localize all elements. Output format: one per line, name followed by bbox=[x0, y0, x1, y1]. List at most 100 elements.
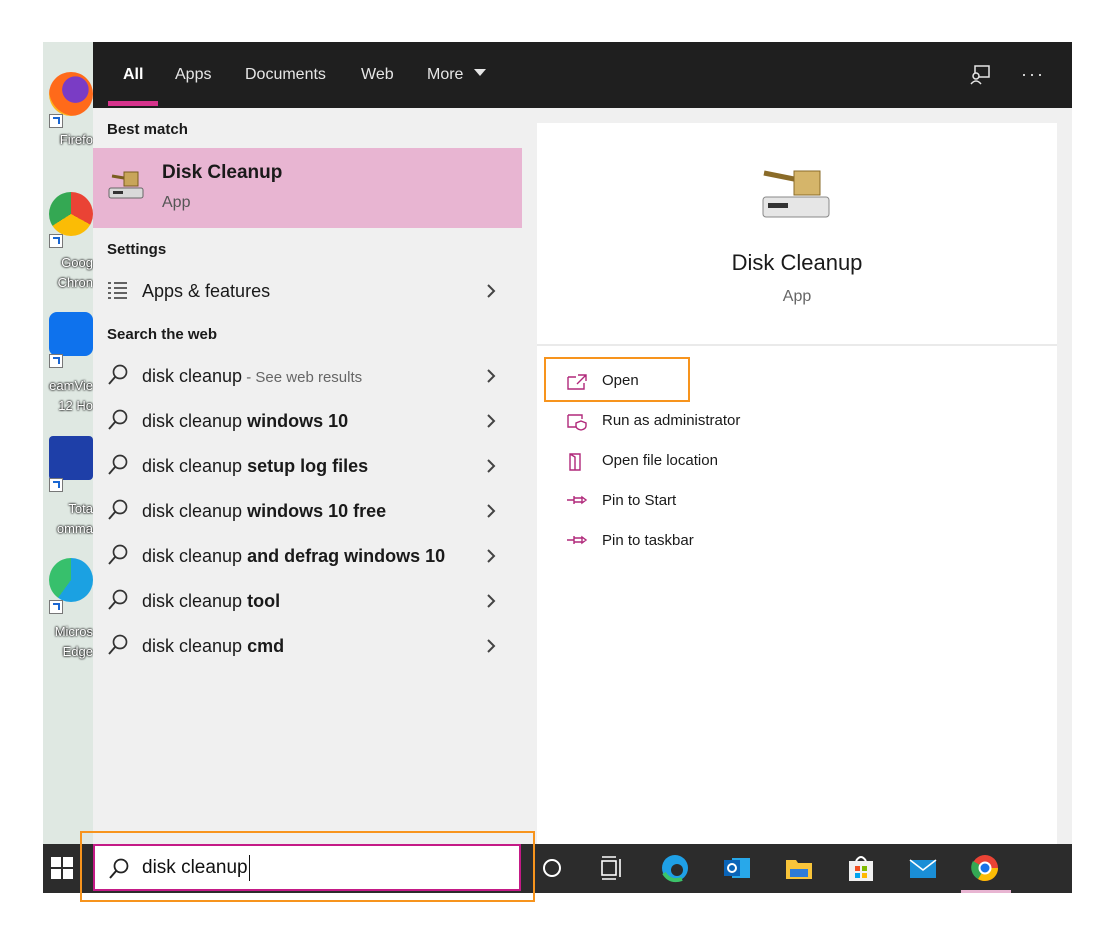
suggestion-suffix: - See web results bbox=[242, 369, 363, 386]
total-commander-icon[interactable] bbox=[49, 436, 93, 480]
store-icon[interactable] bbox=[846, 853, 876, 883]
file-explorer-icon[interactable] bbox=[784, 853, 814, 883]
tab-documents[interactable]: Documents bbox=[245, 66, 326, 84]
search-icon bbox=[108, 364, 128, 385]
shield-icon bbox=[567, 414, 587, 431]
search-icon bbox=[108, 634, 128, 655]
web-suggestion-text: disk cleanup setup log files bbox=[142, 444, 368, 490]
chevron-right-icon[interactable] bbox=[483, 458, 499, 474]
disk-cleanup-icon bbox=[108, 171, 144, 199]
tab-more-label: More bbox=[427, 66, 464, 83]
web-suggestion-text: disk cleanup windows 10 free bbox=[142, 489, 386, 535]
preview-type: App bbox=[782, 288, 812, 305]
search-icon bbox=[108, 544, 128, 565]
settings-item-label: Apps & features bbox=[142, 281, 271, 301]
suggestion-bold: cmd bbox=[247, 636, 285, 656]
suggestion-bold: and defrag windows 10 bbox=[247, 546, 446, 566]
settings-apps-features[interactable]: Apps & features bbox=[93, 269, 522, 313]
more-options-icon[interactable]: ··· bbox=[1021, 64, 1045, 85]
action-label: Open file location bbox=[602, 452, 718, 469]
search-icon bbox=[108, 499, 128, 520]
caret-down-icon bbox=[473, 69, 486, 76]
pin-icon bbox=[567, 495, 588, 505]
preview-card bbox=[537, 123, 1057, 844]
chevron-right-icon[interactable] bbox=[483, 638, 499, 654]
suggestion-prefix: disk cleanup bbox=[142, 546, 248, 566]
desktop-label: 12 Ho bbox=[58, 398, 93, 413]
search-icon bbox=[108, 454, 128, 475]
tab-more[interactable]: More bbox=[427, 66, 486, 84]
search-filter-bar: All Apps Documents Web More ··· bbox=[93, 42, 1072, 108]
chevron-right-icon[interactable] bbox=[483, 283, 499, 299]
web-suggestion-row[interactable]: disk cleanup cmd bbox=[93, 624, 522, 668]
chevron-right-icon[interactable] bbox=[483, 413, 499, 429]
chrome-icon[interactable] bbox=[49, 192, 93, 236]
web-suggestion-text: disk cleanup windows 10 bbox=[142, 399, 348, 445]
cortana-icon[interactable] bbox=[539, 853, 569, 883]
edge-icon[interactable] bbox=[49, 558, 93, 602]
suggestion-bold: setup log files bbox=[247, 456, 369, 476]
search-input[interactable]: disk cleanup bbox=[142, 857, 248, 879]
chrome-taskbar-icon[interactable] bbox=[970, 853, 1000, 883]
web-suggestion-row[interactable]: disk cleanup and defrag windows 10 bbox=[93, 534, 522, 578]
active-tab-indicator bbox=[108, 101, 158, 106]
tab-web[interactable]: Web bbox=[361, 66, 394, 84]
mail-icon[interactable] bbox=[908, 853, 938, 883]
desktop-area: Firefo Goog Chron eamVie 12 Ho Tota omma… bbox=[43, 42, 93, 844]
web-suggestion-row[interactable]: disk cleanup tool bbox=[93, 579, 522, 623]
taskbar-search-box[interactable]: disk cleanup bbox=[93, 844, 521, 891]
best-match-name: Disk Cleanup bbox=[162, 162, 283, 183]
web-suggestion-text: disk cleanup cmd bbox=[142, 624, 284, 670]
tab-apps[interactable]: Apps bbox=[175, 66, 211, 84]
web-suggestion-row[interactable]: disk cleanup windows 10 bbox=[93, 399, 522, 443]
desktop-label: eamVie bbox=[49, 378, 93, 393]
shortcut-arrow-icon bbox=[49, 478, 63, 492]
task-view-icon[interactable] bbox=[598, 853, 628, 883]
chevron-right-icon[interactable] bbox=[483, 548, 499, 564]
windows-start-icon[interactable] bbox=[51, 857, 73, 879]
chevron-right-icon[interactable] bbox=[483, 368, 499, 384]
desktop-label: Edge bbox=[62, 644, 93, 659]
web-suggestion-text: disk cleanup and defrag windows 10 bbox=[142, 534, 445, 580]
best-match-result[interactable]: Disk Cleanup App bbox=[93, 148, 522, 228]
action-label: Run as administrator bbox=[602, 412, 741, 429]
web-suggestion-row[interactable]: disk cleanup windows 10 free bbox=[93, 489, 522, 533]
desktop-label: omma bbox=[56, 521, 93, 536]
suggestion-bold: windows 10 bbox=[247, 411, 349, 431]
chevron-right-icon[interactable] bbox=[483, 503, 499, 519]
suggestion-bold: tool bbox=[247, 591, 281, 611]
shortcut-arrow-icon bbox=[49, 600, 63, 614]
suggestion-prefix: disk cleanup bbox=[142, 501, 248, 521]
running-app-indicator bbox=[961, 890, 1011, 893]
divider bbox=[537, 344, 1057, 346]
action-label: Pin to Start bbox=[602, 492, 677, 509]
chevron-right-icon[interactable] bbox=[483, 593, 499, 609]
feedback-icon[interactable] bbox=[969, 64, 991, 86]
teamviewer-icon[interactable] bbox=[49, 312, 93, 356]
suggestion-prefix: disk cleanup bbox=[142, 366, 243, 386]
search-icon bbox=[108, 409, 128, 430]
web-suggestion-row[interactable]: disk cleanup - See web results bbox=[93, 354, 522, 398]
edge-taskbar-icon[interactable] bbox=[660, 853, 690, 883]
search-icon bbox=[109, 858, 129, 879]
action-label: Open bbox=[602, 372, 639, 389]
web-suggestion-text: disk cleanup tool bbox=[142, 579, 280, 625]
web-suggestion-text: disk cleanup - See web results bbox=[142, 354, 362, 400]
outlook-icon[interactable] bbox=[722, 853, 752, 883]
best-match-type: App bbox=[162, 194, 191, 211]
text-cursor bbox=[249, 855, 250, 881]
desktop-label: Firefo bbox=[59, 132, 93, 147]
desktop-label: Chron bbox=[57, 275, 93, 290]
tab-all[interactable]: All bbox=[123, 66, 143, 84]
open-icon bbox=[567, 374, 587, 390]
suggestion-prefix: disk cleanup bbox=[142, 636, 248, 656]
desktop-label: Goog bbox=[61, 255, 93, 270]
desktop-label: Micros bbox=[54, 624, 93, 639]
suggestion-prefix: disk cleanup bbox=[142, 411, 248, 431]
shortcut-arrow-icon bbox=[49, 234, 63, 248]
firefox-icon[interactable] bbox=[49, 72, 93, 116]
web-suggestion-row[interactable]: disk cleanup setup log files bbox=[93, 444, 522, 488]
action-label: Pin to taskbar bbox=[602, 532, 694, 549]
shortcut-arrow-icon bbox=[49, 354, 63, 368]
pin-icon bbox=[567, 535, 588, 545]
